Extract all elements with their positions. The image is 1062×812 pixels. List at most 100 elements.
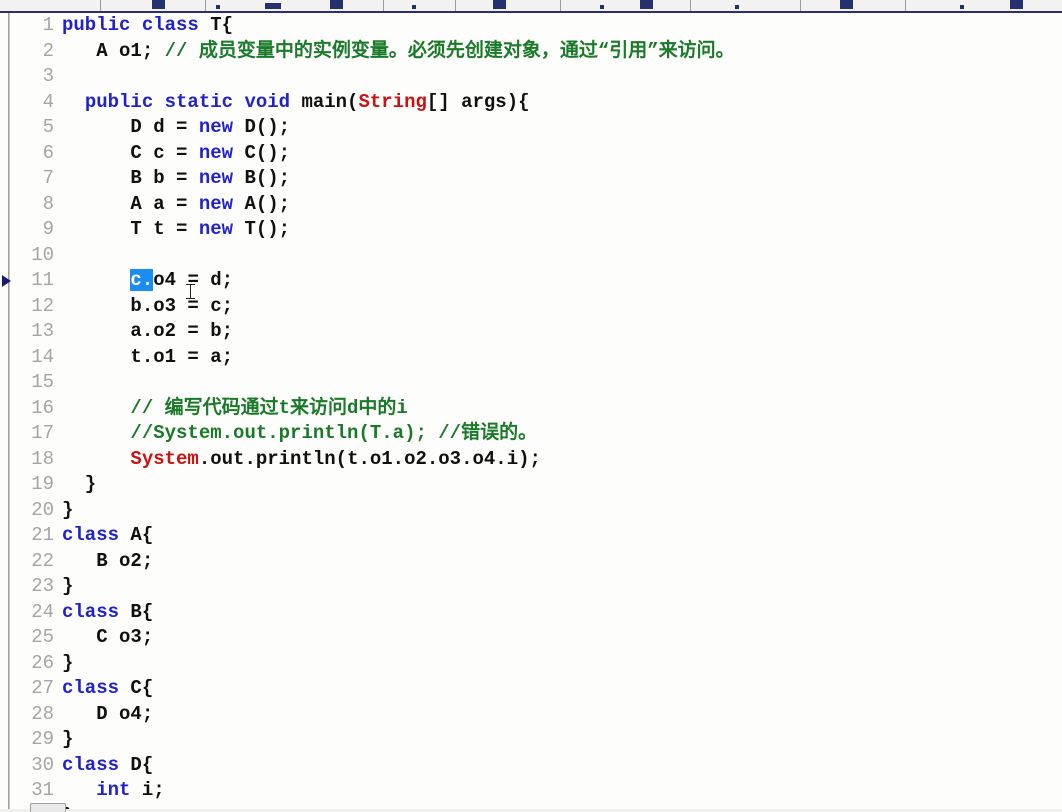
toolbar-icon-12[interactable] [1010, 0, 1023, 9]
comment-token: //System.out.println(T.a); //错误的。 [130, 422, 538, 444]
code-line[interactable]: 18 System.out.println(t.o1.o2.o3.o4.i); [0, 447, 1062, 473]
code-token: C{ [130, 677, 154, 699]
code-line[interactable]: 4 public static void main(String[] args)… [0, 90, 1062, 116]
line-content[interactable]: class D{ [62, 753, 153, 779]
line-content[interactable]: public class T{ [62, 13, 233, 39]
code-line[interactable]: 6 C c = new C(); [0, 141, 1062, 167]
line-content[interactable]: A a = new A(); [62, 192, 290, 218]
toolbar-icon-6[interactable] [493, 0, 506, 9]
code-line[interactable]: 1 public class T{ [0, 13, 1062, 39]
comment-token: // 成员变量中的实例变量。必须先创建对象，通过“引用”来访问。 [164, 39, 735, 62]
code-line[interactable]: 19 } [0, 472, 1062, 498]
code-line[interactable]: 11 c.o4 = d; [0, 268, 1062, 294]
line-content[interactable]: A o1; // 成员变量中的实例变量。必须先创建对象，通过“引用”来访问。 [62, 39, 735, 65]
toolbar-icon-10[interactable] [840, 0, 853, 9]
line-number: 21 [31, 524, 54, 546]
code-line[interactable]: 22 B o2; [0, 549, 1062, 575]
toolbar-icon-8[interactable] [640, 0, 653, 9]
horizontal-scrollbar-thumb[interactable] [30, 803, 66, 812]
line-content[interactable]: } [62, 727, 73, 753]
line-content[interactable]: a.o2 = b; [62, 319, 233, 345]
line-content[interactable]: c.o4 = d; [62, 268, 233, 294]
line-number: 15 [31, 371, 54, 393]
code-line[interactable]: 2 A o1; // 成员变量中的实例变量。必须先创建对象，通过“引用”来访问。 [0, 39, 1062, 65]
line-content[interactable]: D d = new D(); [62, 115, 290, 141]
toolbar-icon-2[interactable] [216, 5, 220, 9]
toolbar-icon-3[interactable] [265, 3, 281, 9]
code-editor-pane[interactable]: 1 public class T{2 A o1; // 成员变量中的实例变量。必须… [0, 13, 1062, 812]
line-content[interactable]: System.out.println(t.o1.o2.o3.o4.i); [62, 447, 540, 473]
code-line[interactable]: 5 D d = new D(); [0, 115, 1062, 141]
code-token: T(); [244, 218, 291, 240]
code-line[interactable]: 17 //System.out.println(T.a); //错误的。 [0, 421, 1062, 447]
code-line[interactable]: 9 T t = new T(); [0, 217, 1062, 243]
line-content[interactable]: //System.out.println(T.a); //错误的。 [62, 421, 537, 447]
toolbar-icon-7[interactable] [600, 5, 604, 9]
code-line[interactable]: 28 D o4; [0, 702, 1062, 728]
line-content[interactable]: t.o1 = a; [62, 345, 233, 371]
line-content[interactable]: int i; [62, 778, 164, 804]
code-line[interactable]: 25 C o3; [0, 625, 1062, 651]
code-line[interactable]: 27 class C{ [0, 676, 1062, 702]
code-text-area[interactable]: 1 public class T{2 A o1; // 成员变量中的实例变量。必须… [0, 13, 1062, 812]
code-line[interactable]: 14 t.o1 = a; [0, 345, 1062, 371]
line-content[interactable]: b.o3 = c; [62, 294, 233, 320]
code-line[interactable]: 21 class A{ [0, 523, 1062, 549]
code-line[interactable]: 24 class B{ [0, 600, 1062, 626]
line-content[interactable]: class C{ [62, 676, 153, 702]
selected-text: c. [130, 269, 154, 291]
line-number: 22 [31, 549, 54, 572]
code-line[interactable]: 20} [0, 498, 1062, 524]
line-content[interactable]: } [62, 574, 73, 600]
toolbar-icon-9[interactable] [735, 5, 739, 9]
line-content[interactable]: } [62, 498, 73, 524]
code-line[interactable]: 16 // 编写代码通过t来访问d中的i [0, 396, 1062, 422]
line-number: 7 [42, 167, 54, 189]
code-line[interactable]: 26} [0, 651, 1062, 677]
line-content[interactable]: public static void main(String[] args){ [62, 90, 530, 116]
line-number: 4 [42, 90, 54, 113]
code-line[interactable]: 12 b.o3 = c; [0, 294, 1062, 320]
toolbar-strip[interactable] [0, 0, 1062, 13]
line-content[interactable]: C o3; [62, 625, 153, 651]
line-content[interactable]: B b = new B(); [62, 166, 290, 192]
keyword-token: class [62, 600, 131, 623]
line-content[interactable]: // 编写代码通过t来访问d中的i [62, 396, 407, 422]
line-content[interactable]: } [62, 472, 96, 498]
code-line[interactable]: 29} [0, 727, 1062, 753]
toolbar-icon-11[interactable] [960, 5, 964, 9]
code-line[interactable]: 15 [0, 370, 1062, 396]
line-number: 14 [31, 345, 54, 368]
code-line[interactable]: 8 A a = new A(); [0, 192, 1062, 218]
class-name-token: System [130, 447, 199, 470]
code-token: [] args){ [426, 90, 530, 113]
toolbar-icon-4[interactable] [330, 0, 343, 9]
code-line[interactable]: 23} [0, 574, 1062, 600]
code-line[interactable]: 10 [0, 243, 1062, 269]
code-line[interactable]: 3 [0, 64, 1062, 90]
line-content[interactable]: D o4; [62, 702, 153, 728]
toolbar-icon-5[interactable] [412, 5, 416, 9]
toolbar-icon-1[interactable] [152, 0, 165, 9]
code-line[interactable]: 7 B b = new B(); [0, 166, 1062, 192]
code-line[interactable]: 13 a.o2 = b; [0, 319, 1062, 345]
line-number: 20 [31, 498, 54, 521]
line-content[interactable]: C c = new C(); [62, 141, 290, 167]
line-number: 6 [42, 141, 54, 164]
line-content[interactable]: T t = new T(); [62, 217, 290, 243]
code-line[interactable]: 30 class D{ [0, 753, 1062, 779]
line-number: 19 [31, 473, 54, 495]
code-token: C c = [62, 141, 199, 164]
line-content[interactable]: class A{ [62, 523, 153, 549]
keyword-token: class [62, 753, 131, 776]
code-token: T{ [210, 14, 234, 36]
line-content[interactable]: } [62, 651, 73, 677]
line-number: 23 [31, 575, 54, 597]
toolbar-separator-2 [205, 0, 206, 11]
line-content[interactable]: B o2; [62, 549, 153, 575]
code-line[interactable]: 31 int i; [0, 778, 1062, 804]
line-content[interactable]: class B{ [62, 600, 153, 626]
